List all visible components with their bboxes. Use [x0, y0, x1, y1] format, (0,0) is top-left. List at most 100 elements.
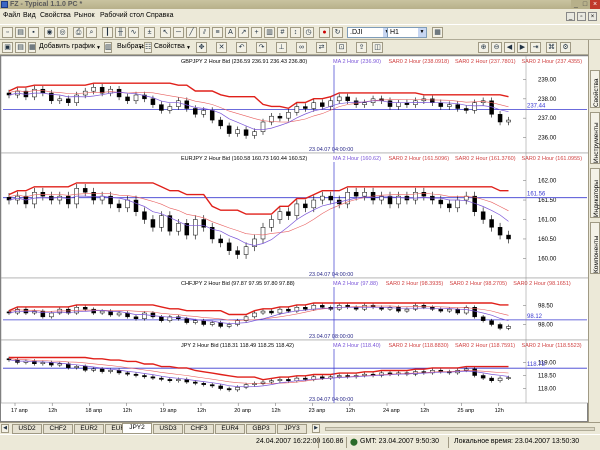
charts-canvas[interactable]: GBPJPY 2 Hour Bid (236.59 236.91 236.43 …: [0, 55, 590, 423]
close-icon[interactable]: ×: [590, 0, 600, 9]
add-chart-button[interactable]: Добавить график: [39, 43, 95, 50]
candle-body: [108, 88, 113, 94]
tab-chf3[interactable]: CHF3: [184, 424, 214, 434]
autoscroll-icon[interactable]: ⇥: [530, 42, 541, 53]
trendline-icon[interactable]: ╱: [186, 27, 197, 38]
grid-toggle-icon[interactable]: ▦: [432, 27, 443, 38]
crosshair-icon[interactable]: +: [251, 27, 262, 38]
chart-type-icon[interactable]: ▥: [264, 27, 275, 38]
tab-eur4[interactable]: EUR4: [215, 424, 245, 434]
x-tick-label: 12h: [420, 408, 429, 414]
candle-body: [82, 366, 88, 371]
candle-body: [387, 100, 393, 107]
scroll-right-icon[interactable]: ▶: [517, 42, 528, 53]
period-icon[interactable]: ◷: [303, 27, 314, 38]
zoom-icon[interactable]: ±: [144, 27, 155, 38]
search-icon[interactable]: ⌕: [86, 27, 97, 38]
disconnect-icon[interactable]: ◎: [57, 27, 68, 38]
properties-button[interactable]: Свойства: [154, 43, 185, 50]
tab-chf2[interactable]: CHF2: [43, 424, 73, 434]
dock-tab-properties[interactable]: Свойства: [590, 70, 600, 108]
line-icon[interactable]: ∿: [128, 27, 139, 38]
timeframe-select[interactable]: H1 ▼: [387, 27, 427, 38]
stop-icon[interactable]: ●: [319, 27, 330, 38]
level-label: 118.78: [527, 362, 546, 368]
indicator-label: SAR0 2 Hour (161.0955): [522, 156, 583, 162]
undo-icon[interactable]: ↶: [236, 42, 247, 53]
tab-usd3[interactable]: USD3: [153, 424, 183, 434]
timeframe-value: H1: [390, 29, 399, 36]
sync-icon[interactable]: ⇄: [316, 42, 327, 53]
chevron-down-icon[interactable]: ▼: [96, 45, 101, 51]
x-tick-label: 23 апр: [309, 408, 326, 414]
text-icon[interactable]: A: [225, 27, 236, 38]
maximize-icon[interactable]: □: [580, 0, 590, 9]
lock-icon[interactable]: ⊡: [336, 42, 347, 53]
candle-body: [209, 384, 215, 387]
redo-icon[interactable]: ↷: [256, 42, 267, 53]
channel-icon[interactable]: ⫽: [199, 27, 210, 38]
dock-tab-instruments[interactable]: Инструменты: [590, 112, 600, 164]
mdi-close-icon[interactable]: ×: [588, 12, 597, 21]
new-icon[interactable]: ▫: [2, 27, 13, 38]
zoom-in-icon[interactable]: ⊕: [478, 42, 489, 53]
bars-icon[interactable]: ╫: [115, 27, 126, 38]
mdi-restore-icon[interactable]: ▫: [577, 12, 586, 21]
cursor-label: 23.04.07 08:00:00: [309, 334, 353, 340]
tab-eur2[interactable]: EUR2: [74, 424, 104, 434]
menu-market[interactable]: Рынок: [74, 12, 95, 19]
chart-area[interactable]: GBPJPY 2 Hour Bid (236.59 236.91 236.43 …: [0, 55, 590, 423]
tab-gbp3[interactable]: GBP3: [246, 424, 276, 434]
scroll-left-icon[interactable]: ◀: [504, 42, 515, 53]
screenshot-icon[interactable]: ⌘: [546, 42, 557, 53]
candle-body: [430, 98, 435, 103]
candles-icon[interactable]: ┃: [102, 27, 113, 38]
print-icon[interactable]: ⎙: [73, 27, 84, 38]
fibo-icon[interactable]: ≡: [212, 27, 223, 38]
menu-file[interactable]: Файл: [3, 12, 20, 19]
connect-icon[interactable]: ◉: [44, 27, 55, 38]
horizontal-scrollbar[interactable]: [325, 427, 595, 431]
tile-icon[interactable]: ▤: [15, 42, 26, 53]
chevron-down-icon[interactable]: ▼: [138, 45, 143, 51]
move-icon[interactable]: ✥: [196, 42, 207, 53]
dock-tab-components[interactable]: Компоненты: [590, 222, 600, 274]
tab-usd2[interactable]: USD2: [12, 424, 42, 434]
tab-jpy3[interactable]: JPY3: [277, 424, 307, 434]
open-icon[interactable]: ▤: [15, 27, 26, 38]
menu-help[interactable]: Справка: [146, 12, 173, 19]
chevron-down-icon[interactable]: ▼: [186, 45, 191, 51]
menu-workspace[interactable]: Рабочий стол: [100, 12, 144, 19]
pin-icon[interactable]: ⊥: [276, 42, 287, 53]
candle-body: [320, 195, 325, 201]
save-icon[interactable]: ▪: [28, 27, 39, 38]
menu-view[interactable]: Вид: [23, 12, 36, 19]
indicator-label: SAR0 2 Hour (98.2705): [450, 281, 508, 287]
tabs-left-icon[interactable]: ◀: [1, 424, 9, 433]
menu-properties[interactable]: Свойства: [40, 12, 71, 19]
settings-icon[interactable]: ⚙: [560, 42, 571, 53]
tabs-right-icon[interactable]: ▶: [312, 424, 320, 433]
tab-jpy2[interactable]: JPY2: [122, 423, 152, 434]
export-icon[interactable]: ⇪: [356, 42, 367, 53]
zoom-out-icon[interactable]: ⊖: [491, 42, 502, 53]
candle-body: [286, 211, 291, 216]
link-icon[interactable]: ∞: [296, 42, 307, 53]
mdi-minimize-icon[interactable]: _: [566, 12, 575, 21]
grid-icon[interactable]: #: [277, 27, 288, 38]
chart-panel: JPY 2 Hour Bid (118.31 118.49 118.25 118…: [0, 339, 590, 404]
candle-body: [277, 211, 283, 220]
arrow-icon[interactable]: ↗: [238, 27, 249, 38]
hline-icon[interactable]: ─: [173, 27, 184, 38]
dock-tab-indicators[interactable]: Индикаторы: [590, 168, 600, 218]
symbol-select[interactable]: .DJI ▼: [347, 27, 392, 38]
candle-body: [311, 305, 317, 310]
cursor-icon[interactable]: ↖: [160, 27, 171, 38]
delete-icon[interactable]: ✕: [216, 42, 227, 53]
scale-icon[interactable]: ↕: [290, 27, 301, 38]
refresh-icon[interactable]: ↻: [332, 27, 343, 38]
candle-body: [362, 373, 367, 376]
dock-tab-properties-label: Свойства: [593, 78, 600, 107]
layout-icon[interactable]: ▣: [2, 42, 13, 53]
template-icon[interactable]: ◫: [372, 42, 383, 53]
